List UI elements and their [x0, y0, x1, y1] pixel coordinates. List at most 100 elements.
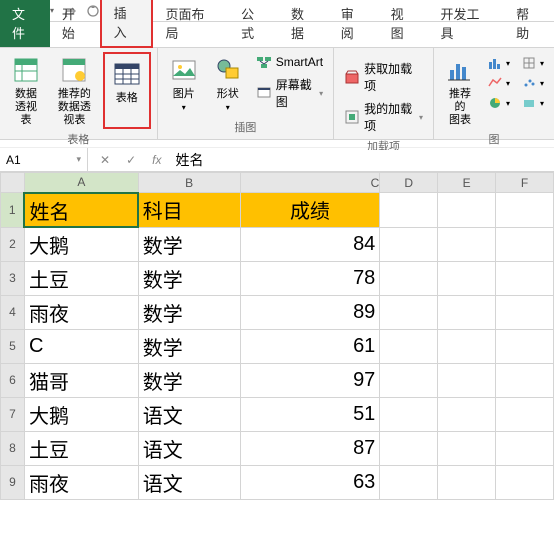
- cell[interactable]: 89: [240, 295, 380, 329]
- shapes-button[interactable]: 形状▾: [208, 52, 248, 116]
- tab-data[interactable]: 数据: [279, 0, 329, 47]
- name-box-dropdown-icon[interactable]: ▾: [76, 154, 81, 165]
- cell[interactable]: [438, 465, 496, 499]
- row-header[interactable]: 3: [1, 261, 25, 295]
- cell[interactable]: [438, 295, 496, 329]
- chart-type-6[interactable]: ▾: [518, 94, 548, 112]
- screenshot-button[interactable]: 屏幕截图 ▾: [252, 74, 327, 112]
- tab-view[interactable]: 视图: [379, 0, 429, 47]
- chart-type-4[interactable]: ▾: [518, 54, 548, 72]
- cell[interactable]: 土豆: [24, 261, 138, 295]
- name-box[interactable]: A1 ▾: [0, 148, 88, 171]
- cell[interactable]: [380, 329, 438, 363]
- row-header[interactable]: 9: [1, 465, 25, 499]
- tab-developer[interactable]: 开发工具: [428, 0, 504, 47]
- tab-layout[interactable]: 页面布局: [153, 0, 229, 47]
- cell[interactable]: 语文: [138, 431, 240, 465]
- smartart-button[interactable]: SmartArt: [252, 52, 327, 72]
- col-header-F[interactable]: F: [496, 173, 554, 193]
- cell[interactable]: [438, 397, 496, 431]
- recommended-pivot-button[interactable]: 推荐的 数据透视表: [50, 52, 99, 129]
- col-header-E[interactable]: E: [438, 173, 496, 193]
- cell[interactable]: [496, 193, 554, 228]
- cell[interactable]: 猫哥: [24, 363, 138, 397]
- cell[interactable]: [496, 465, 554, 499]
- row-header[interactable]: 8: [1, 431, 25, 465]
- tab-help[interactable]: 帮助: [504, 0, 554, 47]
- table-button[interactable]: 表格: [107, 56, 147, 107]
- chart-type-1[interactable]: ▾: [484, 54, 514, 72]
- cell[interactable]: 大鹅: [24, 397, 138, 431]
- cell[interactable]: [438, 329, 496, 363]
- row-header[interactable]: 2: [1, 227, 25, 261]
- cell[interactable]: 语文: [138, 397, 240, 431]
- cell[interactable]: 数学: [138, 363, 240, 397]
- cell[interactable]: 土豆: [24, 431, 138, 465]
- col-header-C[interactable]: C: [240, 173, 380, 193]
- spreadsheet-grid[interactable]: A B C D E F 1 姓名 科目 成绩 2 大鹅 数学 8 4 3 土豆 数…: [0, 172, 554, 500]
- cell[interactable]: [380, 261, 438, 295]
- cell[interactable]: 大鹅: [24, 227, 138, 261]
- cell[interactable]: [496, 329, 554, 363]
- col-header-D[interactable]: D: [380, 173, 438, 193]
- row-header[interactable]: 4: [1, 295, 25, 329]
- cell[interactable]: [438, 363, 496, 397]
- cell[interactable]: 78: [240, 261, 380, 295]
- chart-type-5[interactable]: ▾: [518, 74, 548, 92]
- col-header-B[interactable]: B: [138, 173, 240, 193]
- cancel-icon[interactable]: ✕: [96, 153, 114, 167]
- row-header[interactable]: 6: [1, 363, 25, 397]
- cell-B1[interactable]: 科目: [138, 193, 240, 228]
- cell[interactable]: [496, 295, 554, 329]
- cell[interactable]: 数学: [138, 261, 240, 295]
- cell[interactable]: 51: [240, 397, 380, 431]
- cell[interactable]: [380, 465, 438, 499]
- cell[interactable]: [438, 193, 496, 228]
- cell[interactable]: [380, 193, 438, 228]
- row-header[interactable]: 1: [1, 193, 25, 228]
- my-addins-button[interactable]: 我的加载项 ▾: [340, 98, 427, 136]
- recommended-charts-button[interactable]: 推荐的 图表: [440, 52, 480, 129]
- cell[interactable]: C: [24, 329, 138, 363]
- row-header[interactable]: 5: [1, 329, 25, 363]
- cell-A1[interactable]: 姓名: [24, 193, 138, 228]
- pivot-table-button[interactable]: 数据 透视表: [6, 52, 46, 129]
- cell[interactable]: [496, 397, 554, 431]
- col-header-A[interactable]: A: [24, 173, 138, 193]
- cell[interactable]: 数学: [138, 295, 240, 329]
- tab-home[interactable]: 开始: [50, 0, 100, 47]
- cell[interactable]: [438, 261, 496, 295]
- select-all-corner[interactable]: [1, 173, 25, 193]
- cell[interactable]: 雨夜: [24, 465, 138, 499]
- tab-review[interactable]: 审阅: [329, 0, 379, 47]
- cell[interactable]: 63: [240, 465, 380, 499]
- cell[interactable]: [496, 431, 554, 465]
- cell[interactable]: [380, 295, 438, 329]
- pictures-button[interactable]: 图片▾: [164, 52, 204, 116]
- cell[interactable]: [380, 363, 438, 397]
- tab-formulas[interactable]: 公式: [229, 0, 279, 47]
- chart-type-2[interactable]: ▾: [484, 74, 514, 92]
- cell[interactable]: [438, 227, 496, 261]
- cell[interactable]: [438, 431, 496, 465]
- tab-file[interactable]: 文件: [0, 0, 50, 47]
- cell-C1[interactable]: 成绩: [240, 193, 380, 228]
- cell[interactable]: 语文: [138, 465, 240, 499]
- enter-icon[interactable]: ✓: [122, 153, 140, 167]
- cell[interactable]: 雨夜: [24, 295, 138, 329]
- cell[interactable]: [380, 431, 438, 465]
- cell[interactable]: [496, 227, 554, 261]
- chart-type-3[interactable]: ▾: [484, 94, 514, 112]
- cell[interactable]: [496, 261, 554, 295]
- tab-insert[interactable]: 插入: [100, 0, 154, 48]
- get-addins-button[interactable]: 获取加载项: [340, 58, 427, 96]
- formula-input[interactable]: [173, 150, 546, 170]
- cell[interactable]: [496, 363, 554, 397]
- cell[interactable]: 87: [240, 431, 380, 465]
- cell[interactable]: 数学: [138, 329, 240, 363]
- fx-icon[interactable]: fx: [148, 153, 165, 167]
- cell[interactable]: 数学: [138, 227, 240, 261]
- cell[interactable]: [380, 397, 438, 431]
- cell[interactable]: [380, 227, 438, 261]
- cell[interactable]: 61: [240, 329, 380, 363]
